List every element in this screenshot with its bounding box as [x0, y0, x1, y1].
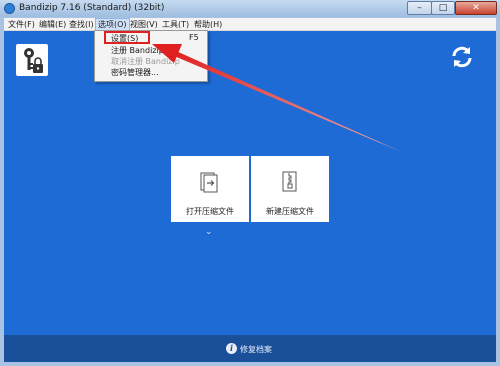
app-window: Bandizip 7.16 (Standard) (32bit) – □ ✕ 文… [0, 0, 500, 366]
annotation-arrow [152, 44, 404, 153]
